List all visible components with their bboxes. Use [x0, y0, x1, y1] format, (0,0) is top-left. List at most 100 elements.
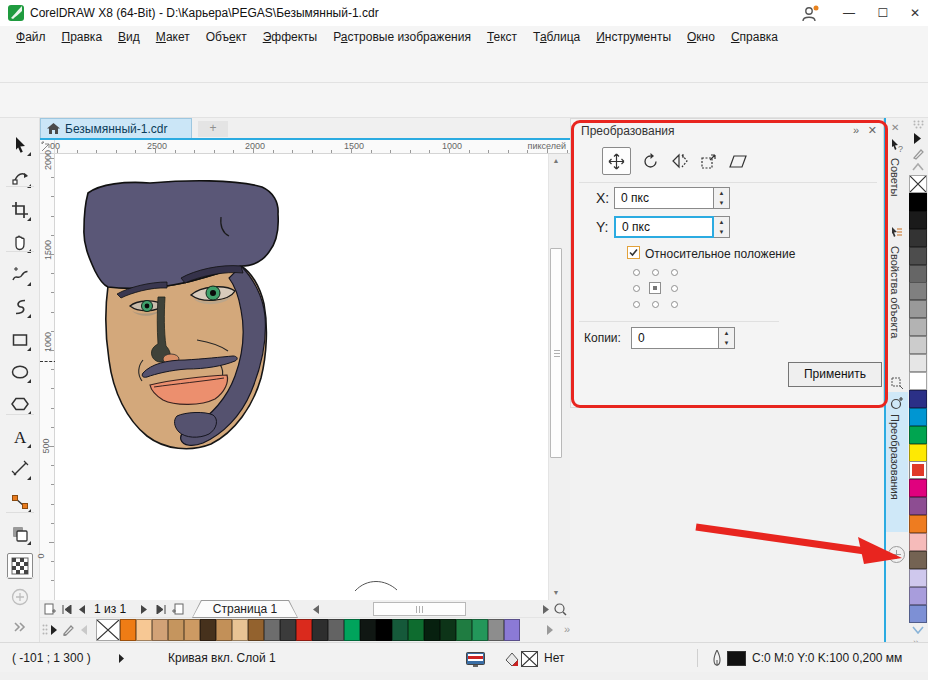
doc-color-swatch[interactable] — [152, 619, 168, 641]
palette-flyout-icon[interactable] — [50, 625, 58, 635]
color-swatch[interactable] — [909, 390, 927, 408]
maximize-button[interactable]: ☐ — [872, 4, 894, 22]
rpalette-flyout-icon[interactable] — [913, 133, 922, 144]
color-swatch[interactable] — [909, 515, 927, 533]
color-swatch[interactable] — [909, 211, 927, 229]
color-swatch[interactable] — [909, 551, 927, 569]
quick-customize-button[interactable] — [888, 546, 905, 563]
horizontal-ruler[interactable]: 002500200015001000пикселей — [55, 140, 570, 154]
menu-11[interactable]: Справка — [723, 30, 786, 44]
color-swatch[interactable] — [909, 605, 927, 623]
x-input[interactable]: 0 пкс — [614, 187, 714, 209]
doc-color-swatch[interactable] — [200, 619, 216, 641]
doc-color-swatch[interactable] — [472, 619, 488, 641]
scale-mirror-tab[interactable] — [665, 147, 694, 175]
menu-0[interactable]: Файл — [8, 30, 54, 44]
first-page-button[interactable] — [62, 602, 72, 616]
color-swatch[interactable] — [909, 569, 927, 587]
menu-4[interactable]: Объект — [198, 30, 255, 44]
doc-color-swatch[interactable] — [216, 619, 232, 641]
doc-color-swatch[interactable] — [392, 619, 408, 641]
doc-color-swatch[interactable] — [488, 619, 504, 641]
rpalette-edit-icon[interactable] — [912, 147, 924, 160]
copies-input[interactable]: 0 — [631, 327, 719, 349]
doc-color-swatch[interactable] — [136, 619, 152, 641]
status-flyout-icon[interactable] — [118, 654, 125, 663]
color-swatch[interactable] — [909, 318, 927, 336]
hscroll-left-button[interactable] — [312, 602, 320, 616]
doc-color-swatch[interactable] — [312, 619, 328, 641]
doc-color-swatch[interactable] — [328, 619, 344, 641]
next-page-button[interactable] — [140, 602, 148, 616]
anchor-2-1[interactable] — [652, 301, 659, 308]
color-swatch-none[interactable] — [909, 175, 927, 193]
color-swatch[interactable] — [909, 426, 927, 444]
color-swatch[interactable] — [909, 444, 927, 462]
scroll-down-button[interactable]: ▼ — [549, 586, 563, 600]
tool-transparency[interactable] — [7, 553, 33, 579]
tool-drop-shadow[interactable] — [7, 521, 33, 547]
toolbox-more[interactable] — [7, 614, 33, 640]
tool-pick[interactable] — [7, 132, 33, 158]
canvas[interactable] — [55, 154, 548, 600]
color-proof-icon[interactable] — [466, 652, 485, 667]
size-tab[interactable] — [694, 147, 723, 175]
rpalette-scroll-down-icon[interactable] — [912, 626, 924, 634]
color-swatch[interactable] — [909, 587, 927, 605]
document-tab[interactable]: Безымянный-1.cdr — [40, 118, 192, 138]
menu-1[interactable]: Правка — [54, 30, 111, 44]
scroll-up-button[interactable]: ▲ — [549, 154, 563, 168]
docker-collapse-icon[interactable]: » — [853, 124, 859, 136]
color-swatch[interactable] — [909, 497, 927, 515]
apply-button[interactable]: Применить — [788, 362, 882, 387]
color-swatch[interactable] — [909, 372, 927, 390]
doc-color-swatch[interactable] — [504, 619, 520, 641]
anchor-0-2[interactable] — [671, 269, 678, 276]
zoom-page-button[interactable] — [554, 602, 567, 616]
menu-6[interactable]: Растровые изображения — [325, 30, 479, 44]
fill-status-icon[interactable] — [504, 652, 520, 667]
doc-color-swatch[interactable] — [296, 619, 312, 641]
doc-color-swatch[interactable] — [280, 619, 296, 641]
menu-3[interactable]: Макет — [148, 30, 198, 44]
anchor-1-0[interactable] — [633, 285, 640, 292]
color-swatch[interactable] — [909, 354, 927, 372]
menu-2[interactable]: Вид — [110, 30, 148, 44]
tool-smart-drawing[interactable] — [7, 294, 33, 320]
doc-color-swatch[interactable] — [440, 619, 456, 641]
color-swatch[interactable] — [909, 247, 927, 265]
tool-text[interactable]: A — [7, 424, 33, 450]
vertical-scroll-thumb[interactable] — [550, 248, 562, 458]
doc-color-swatch[interactable] — [248, 619, 264, 641]
doc-color-swatch[interactable] — [344, 619, 360, 641]
doc-color-swatch[interactable] — [360, 619, 376, 641]
menu-8[interactable]: Таблица — [525, 30, 588, 44]
color-swatch[interactable] — [909, 533, 927, 551]
anchor-2-0[interactable] — [633, 301, 640, 308]
palette-scroll-right-icon[interactable] — [546, 625, 554, 635]
anchor-0-0[interactable] — [633, 269, 640, 276]
close-button[interactable]: ✕ — [904, 4, 926, 22]
color-swatch[interactable] — [909, 282, 927, 300]
docker-close-icon[interactable]: ✕ — [868, 124, 877, 137]
anchor-center[interactable] — [649, 282, 661, 294]
menu-9[interactable]: Инструменты — [588, 30, 679, 44]
tool-crop[interactable] — [7, 197, 33, 223]
menu-10[interactable]: Окно — [679, 30, 723, 44]
horizontal-scroll-thumb[interactable] — [373, 602, 466, 616]
doc-color-swatch[interactable] — [232, 619, 248, 641]
doc-color-swatch[interactable] — [376, 619, 392, 641]
tab-hints[interactable]: Советы — [889, 158, 901, 196]
doc-color-swatch[interactable] — [120, 619, 136, 641]
tool-dimension[interactable] — [7, 456, 33, 482]
tool-rectangle[interactable] — [7, 327, 33, 353]
page-tab[interactable]: Страница 1 — [192, 600, 298, 618]
add-page-end-button[interactable] — [172, 602, 184, 616]
skew-tab[interactable] — [723, 147, 752, 175]
color-swatch[interactable] — [909, 193, 927, 211]
y-spinner[interactable]: ▲▼ — [714, 216, 730, 238]
strip-close-icon[interactable]: ✕ — [891, 122, 899, 133]
doc-color-swatch[interactable] — [264, 619, 280, 641]
vertical-ruler[interactable]: 2000150010005000 — [40, 154, 55, 600]
prev-page-button[interactable] — [78, 602, 86, 616]
